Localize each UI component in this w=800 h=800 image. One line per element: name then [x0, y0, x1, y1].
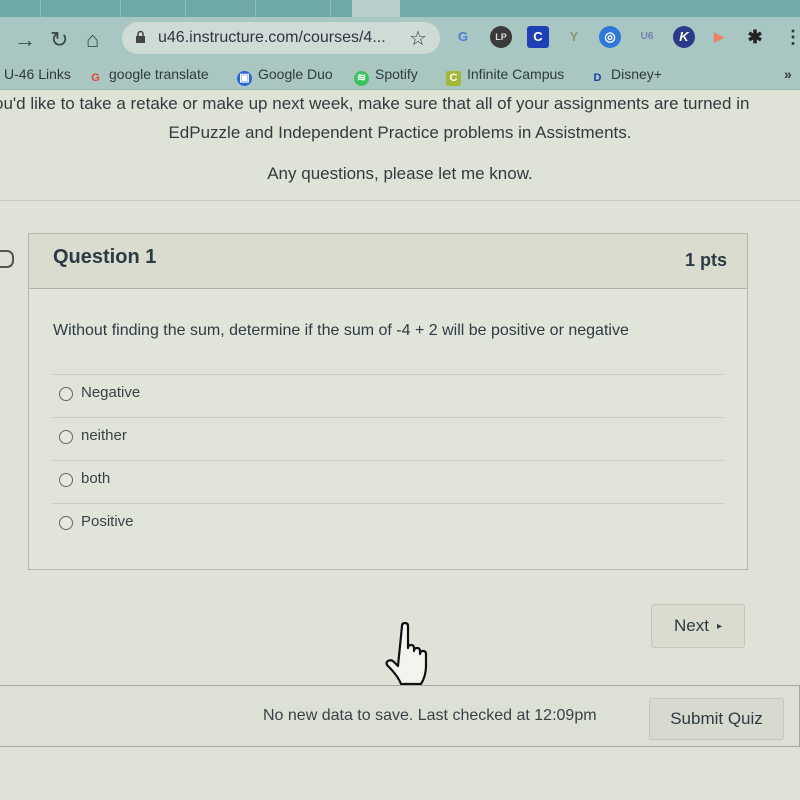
bookmark-label: Disney+ [611, 66, 662, 82]
bookmark-label: Google Duo [258, 66, 333, 82]
question-title: Question 1 [53, 246, 157, 268]
radio-button[interactable] [59, 516, 73, 530]
google-duo-icon: ▣ [237, 71, 252, 86]
spotify-icon: ≋ [354, 71, 369, 86]
bookmark-label: google translate [109, 66, 209, 82]
url-text: u46.instructure.com/courses/4... [158, 29, 386, 46]
answer-label[interactable]: Positive [81, 513, 134, 530]
puzzle-extension-icon[interactable]: ✱ [744, 26, 766, 48]
background-tab[interactable] [400, 0, 800, 17]
lock-icon [136, 31, 145, 43]
tab-divider [120, 0, 121, 17]
disney-plus-icon: D [593, 72, 602, 84]
u46-extension-icon[interactable]: U6 [636, 26, 658, 48]
bookmark-disney-plus[interactable]: D Disney+ [590, 66, 662, 86]
shield-extension-icon[interactable]: ◎ [599, 26, 621, 48]
autosave-status: No new data to save. Last checked at 12:… [263, 707, 597, 724]
reload-icon[interactable]: ↻ [50, 27, 68, 53]
quiz-footer: No new data to save. Last checked at 12:… [0, 685, 800, 747]
flag-question-icon[interactable] [0, 250, 14, 268]
active-tab[interactable] [352, 0, 400, 17]
bookmark-label: U-46 Links [4, 66, 71, 82]
bookmark-google-translate[interactable]: Ggoogle translate [88, 66, 209, 86]
answer-label[interactable]: both [81, 470, 110, 487]
caret-right-icon: ▸ [716, 621, 722, 632]
infinite-campus-icon: C [446, 71, 461, 86]
answer-option[interactable]: neither [53, 417, 723, 460]
next-label: Next [674, 616, 709, 635]
browser-toolbar: → ↻ ⌂ u46.instructure.com/courses/4... ☆… [0, 17, 800, 59]
google-icon: G [91, 72, 100, 84]
palm-extension-icon[interactable]: Y [563, 26, 585, 48]
google-translate-extension-icon[interactable]: G [452, 26, 474, 48]
instructions-line-2: EdPuzzle and Independent Practice proble… [168, 123, 632, 142]
play-extension-icon[interactable]: ▶ [708, 26, 730, 48]
next-button[interactable]: Next ▸ [651, 604, 745, 648]
bookmark-spotify[interactable]: ≋ Spotify [354, 66, 418, 86]
answer-list: Negative neither both Positive [53, 374, 723, 546]
question-header: Question 1 1 pts [29, 234, 747, 289]
menu-icon[interactable]: ⋮ [784, 26, 800, 48]
k-extension-icon[interactable]: K [673, 26, 695, 48]
answer-option[interactable]: Positive [53, 503, 723, 546]
bookmark-star-icon[interactable]: ☆ [409, 26, 427, 51]
question-text: Without finding the sum, determine if th… [53, 322, 629, 339]
bookmark-infinite-campus[interactable]: C Infinite Campus [446, 66, 564, 86]
answer-option[interactable]: both [53, 460, 723, 503]
question-card: Question 1 1 pts Without finding the sum… [28, 233, 748, 570]
answer-label[interactable]: Negative [81, 384, 140, 401]
section-divider [0, 200, 800, 201]
tab-strip [0, 0, 800, 17]
radio-button[interactable] [59, 473, 73, 487]
tab-divider [255, 0, 256, 17]
lp-extension-icon[interactable]: LP [490, 26, 512, 48]
instructions-line-1: ou'd like to take a retake or make up ne… [0, 94, 750, 113]
c-extension-icon[interactable]: C [527, 26, 549, 48]
answer-label[interactable]: neither [81, 427, 127, 444]
tab-divider [40, 0, 41, 17]
bookmark-label: Spotify [375, 66, 418, 82]
submit-quiz-button[interactable]: Submit Quiz [649, 698, 784, 740]
answer-option[interactable]: Negative [53, 374, 723, 417]
hand-pointer-cursor-icon [385, 622, 428, 686]
radio-button[interactable] [59, 387, 73, 401]
radio-button[interactable] [59, 430, 73, 444]
home-icon[interactable]: ⌂ [86, 27, 99, 53]
bookmark-google-duo[interactable]: ▣ Google Duo [237, 66, 333, 86]
tab-divider [330, 0, 331, 17]
more-bookmarks-icon[interactable]: » [784, 66, 792, 82]
question-points: 1 pts [684, 250, 727, 270]
bookmark-label: Infinite Campus [467, 66, 565, 82]
bookmarks-bar: U-46 Links Ggoogle translate ▣ Google Duo… [0, 59, 800, 90]
tab-divider [185, 0, 186, 17]
bookmark-u46-links[interactable]: U-46 Links [4, 66, 71, 82]
instructions-line-3: Any questions, please let me know. [267, 164, 533, 183]
forward-icon[interactable]: → [14, 27, 36, 53]
address-bar[interactable]: u46.instructure.com/courses/4... ☆ [122, 22, 440, 54]
